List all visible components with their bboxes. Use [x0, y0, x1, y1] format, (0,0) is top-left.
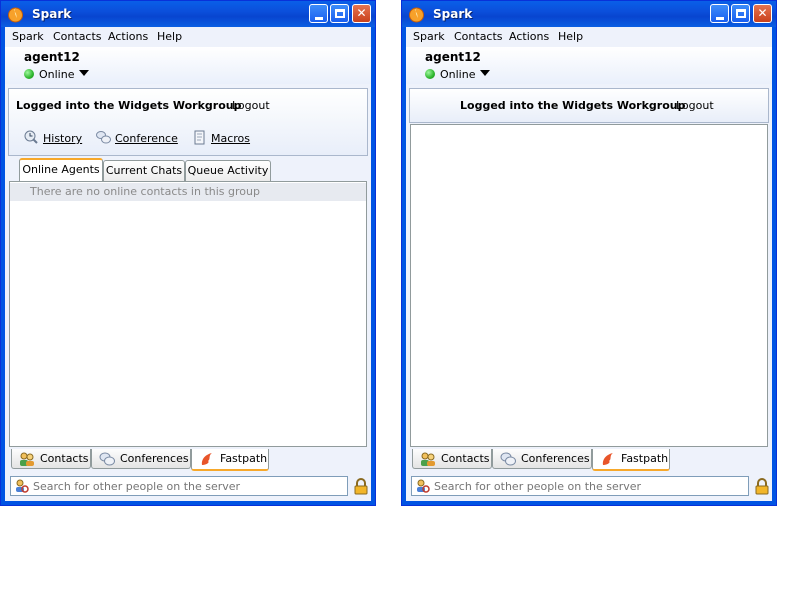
maximize-button[interactable]	[731, 4, 750, 23]
search-box	[10, 476, 348, 496]
close-button[interactable]: ✕	[352, 4, 371, 23]
window-client: Spark Contacts Actions Help agent12 Onli…	[5, 27, 371, 501]
status-dropdown-icon[interactable]	[79, 70, 89, 76]
status-online-icon	[425, 69, 435, 79]
workgroup-login-label: Logged into the Widgets Workgroup	[460, 99, 686, 112]
fastpath-header: Logged into the Widgets Workgroup Logout	[409, 88, 769, 123]
macros-icon	[194, 130, 205, 145]
history-button[interactable]: History	[24, 130, 84, 148]
lock-icon[interactable]	[755, 478, 769, 495]
contacts-icon	[421, 452, 435, 466]
profile-panel: agent12 Online	[406, 47, 772, 84]
tab-fastpath-label: Fastpath	[220, 452, 268, 465]
username-label: agent12	[425, 50, 481, 64]
macros-label: Macros	[211, 132, 251, 145]
conferences-icon	[500, 452, 516, 466]
tab-conferences[interactable]: Conferences	[91, 449, 191, 469]
tab-conferences-label: Conferences	[521, 452, 590, 465]
conference-button[interactable]: Conference	[96, 130, 178, 148]
bottom-tabs: Contacts Conferences Fastpath	[11, 449, 365, 471]
tab-fastpath[interactable]: Fastpath	[592, 449, 670, 471]
menu-help[interactable]: Help	[157, 30, 182, 43]
maximize-icon	[335, 9, 345, 18]
status-label[interactable]: Online	[39, 68, 74, 81]
conference-icon	[96, 131, 111, 144]
tab-conferences[interactable]: Conferences	[492, 449, 592, 469]
tab-conferences-label: Conferences	[120, 452, 189, 465]
close-icon: ✕	[757, 6, 768, 20]
fastpath-content-panel	[410, 124, 768, 447]
window-title: Spark	[433, 7, 473, 21]
spark-window-left: Spark ✕ Spark Contacts Actions Help agen…	[0, 0, 376, 506]
profile-panel: agent12 Online	[5, 47, 371, 84]
title-bar[interactable]: Spark ✕	[1, 1, 375, 27]
tab-current-chats[interactable]: Current Chats	[103, 160, 185, 181]
close-button[interactable]: ✕	[753, 4, 772, 23]
tab-contacts[interactable]: Contacts	[412, 449, 492, 469]
menu-bar: Spark Contacts Actions Help	[5, 27, 371, 47]
menu-actions[interactable]: Actions	[509, 30, 549, 43]
menu-contacts[interactable]: Contacts	[454, 30, 503, 43]
tab-contacts-label: Contacts	[40, 452, 89, 465]
tab-online-agents[interactable]: Online Agents	[19, 158, 103, 182]
fastpath-icon	[602, 453, 613, 465]
username-label: agent12	[24, 50, 80, 64]
conferences-icon	[99, 452, 115, 466]
maximize-button[interactable]	[330, 4, 349, 23]
menu-spark[interactable]: Spark	[413, 30, 445, 43]
bottom-tabs: Contacts Conferences Fastpath	[412, 449, 766, 471]
fastpath-icon	[201, 453, 212, 465]
menu-help[interactable]: Help	[558, 30, 583, 43]
menu-actions[interactable]: Actions	[108, 30, 148, 43]
window-title: Spark	[32, 7, 72, 21]
spark-logo-icon	[8, 7, 23, 23]
menu-bar: Spark Contacts Actions Help	[406, 27, 772, 47]
maximize-icon	[736, 9, 746, 18]
fastpath-header: Logged into the Widgets Workgroup Logout…	[8, 88, 368, 156]
tab-queue-activity[interactable]: Queue Activity	[185, 160, 271, 181]
search-user-icon	[417, 479, 430, 493]
search-input[interactable]	[33, 478, 345, 494]
history-icon	[24, 130, 38, 144]
tab-contacts[interactable]: Contacts	[11, 449, 91, 469]
minimize-button[interactable]	[309, 4, 328, 23]
history-label: History	[43, 132, 83, 145]
lock-icon[interactable]	[354, 478, 368, 495]
spark-window-right: Spark ✕ Spark Contacts Actions Help agen…	[401, 0, 777, 506]
empty-contacts-message: There are no online contacts in this gro…	[10, 183, 366, 201]
tab-contacts-label: Contacts	[441, 452, 490, 465]
status-dropdown-icon[interactable]	[480, 70, 490, 76]
online-agents-panel: There are no online contacts in this gro…	[9, 181, 367, 447]
minimize-icon	[716, 17, 724, 20]
contacts-icon	[20, 452, 34, 466]
search-box	[411, 476, 749, 496]
macros-button[interactable]: Macros	[192, 130, 252, 148]
conference-label: Conference	[115, 132, 178, 145]
logout-link[interactable]: Logout	[676, 99, 714, 112]
menu-contacts[interactable]: Contacts	[53, 30, 102, 43]
window-client: Spark Contacts Actions Help agent12 Onli…	[406, 27, 772, 501]
search-user-icon	[16, 479, 29, 493]
title-bar[interactable]: Spark ✕	[402, 1, 776, 27]
close-icon: ✕	[356, 6, 367, 20]
status-online-icon	[24, 69, 34, 79]
workgroup-login-label: Logged into the Widgets Workgroup	[16, 99, 242, 112]
status-label[interactable]: Online	[440, 68, 475, 81]
menu-spark[interactable]: Spark	[12, 30, 44, 43]
spark-logo-icon	[409, 7, 424, 23]
tab-fastpath-label: Fastpath	[621, 452, 669, 465]
logout-link[interactable]: Logout	[232, 99, 270, 112]
search-input[interactable]	[434, 478, 746, 494]
minimize-icon	[315, 17, 323, 20]
tab-fastpath[interactable]: Fastpath	[191, 449, 269, 471]
minimize-button[interactable]	[710, 4, 729, 23]
